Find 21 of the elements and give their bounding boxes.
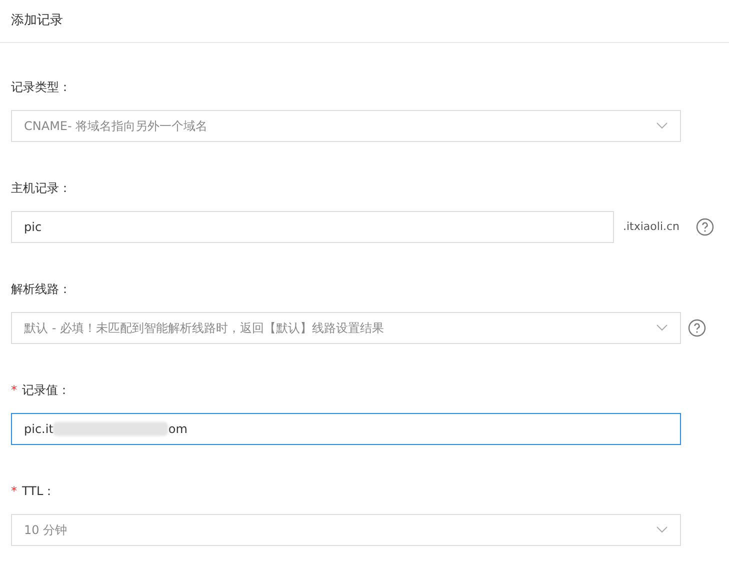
domain-suffix: .itxiaoli.cn	[623, 219, 681, 235]
field-value-start: pic.it	[24, 421, 54, 438]
chevron-down-icon	[656, 122, 668, 130]
required-mark: *	[11, 483, 17, 500]
required-mark: *	[11, 382, 17, 399]
dialog-title: 添加记录	[11, 12, 63, 30]
field-label: TTL：	[22, 483, 56, 500]
field-label: 记录值：	[22, 382, 70, 399]
chevron-down-icon	[656, 324, 668, 332]
field-label: 解析线路：	[11, 281, 71, 298]
chevron-down-icon	[656, 526, 668, 534]
select-field[interactable]: 10 分钟	[11, 514, 681, 546]
field-value-end: om	[168, 421, 188, 438]
text-field[interactable]: pic	[11, 211, 614, 243]
select-field[interactable]: CNAME- 将域名指向另外一个域名	[11, 110, 681, 142]
help-icon[interactable]	[696, 218, 714, 236]
select-field[interactable]: 默认 - 必填！未匹配到智能解析线路时，返回【默认】线路设置结果	[11, 312, 681, 344]
field-label: 主机记录：	[11, 180, 71, 197]
field-label: 记录类型：	[11, 79, 71, 96]
text-field[interactable]: pic.it om	[11, 413, 681, 445]
help-icon[interactable]	[688, 319, 706, 337]
